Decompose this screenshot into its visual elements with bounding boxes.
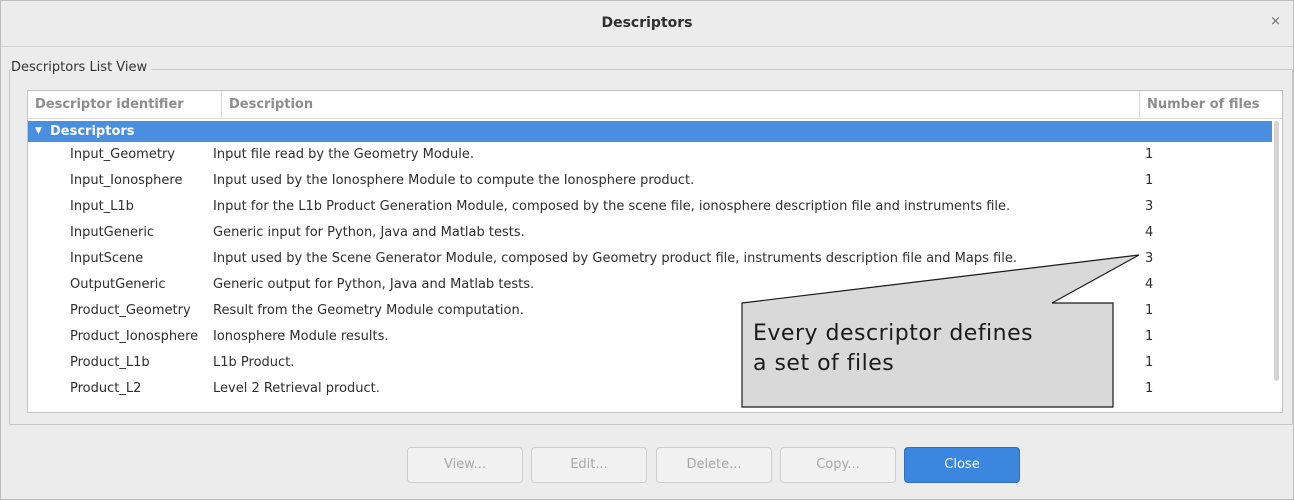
descriptor-identifier: Product_Geometry <box>70 303 191 318</box>
title-bar: Descriptors × <box>1 1 1293 47</box>
delete-button[interactable]: Delete... <box>656 447 772 483</box>
table-row[interactable]: Input_Ionosphere Input used by the Ionos… <box>28 168 1272 194</box>
window-title: Descriptors <box>601 15 693 31</box>
callout-text: Every descriptor defines a set of files <box>753 319 1113 379</box>
group-box-title: Descriptors List View <box>11 60 152 75</box>
descriptor-identifier: Input_Ionosphere <box>70 173 183 188</box>
descriptor-identifier: Product_L1b <box>70 355 150 370</box>
column-header-descriptor-identifier[interactable]: Descriptor identifier <box>28 91 222 119</box>
descriptor-identifier: Input_Geometry <box>70 147 175 162</box>
view-button[interactable]: View... <box>407 447 523 483</box>
edit-button[interactable]: Edit... <box>531 447 647 483</box>
table-row[interactable]: Product_L2 Level 2 Retrieval product. 1 <box>28 376 1272 402</box>
table-row[interactable]: Input_L1b Input for the L1b Product Gene… <box>28 194 1272 220</box>
descriptor-file-count: 1 <box>1145 355 1154 370</box>
descriptor-file-count: 1 <box>1145 303 1154 318</box>
descriptor-file-count: 1 <box>1145 381 1154 396</box>
descriptor-identifier: InputScene <box>70 251 144 266</box>
descriptor-identifier: OutputGeneric <box>70 277 166 292</box>
button-bar: View... Edit... Delete... Copy... Close <box>1 447 1294 483</box>
descriptor-description: Level 2 Retrieval product. <box>213 381 380 396</box>
descriptors-dialog: Descriptors × Descriptors List View Desc… <box>0 0 1294 500</box>
callout-line-2: a set of files <box>753 351 895 376</box>
descriptor-description: Result from the Geometry Module computat… <box>213 303 524 318</box>
descriptor-description: Input used by the Scene Generator Module… <box>213 251 1017 266</box>
descriptor-file-count: 4 <box>1145 225 1154 240</box>
tree-header: Descriptor identifier Description Number… <box>28 91 1282 119</box>
column-header-number-of-files[interactable]: Number of files <box>1140 91 1282 119</box>
descriptor-description: Input file read by the Geometry Module. <box>213 147 475 162</box>
descriptor-description: Ionosphere Module results. <box>213 329 389 344</box>
callout-line-1: Every descriptor defines <box>753 321 1034 346</box>
descriptor-file-count: 3 <box>1145 251 1154 266</box>
descriptor-identifier: InputGeneric <box>70 225 155 240</box>
column-header-description[interactable]: Description <box>222 91 1140 119</box>
descriptor-file-count: 1 <box>1145 147 1154 162</box>
table-row[interactable]: OutputGeneric Generic output for Python,… <box>28 272 1272 298</box>
table-row[interactable]: InputScene Input used by the Scene Gener… <box>28 246 1272 272</box>
descriptor-file-count: 4 <box>1145 277 1154 292</box>
table-row[interactable]: InputGeneric Generic input for Python, J… <box>28 220 1272 246</box>
close-button[interactable]: Close <box>904 447 1020 483</box>
descriptor-description: Input for the L1b Product Generation Mod… <box>213 199 1011 214</box>
tree-group-descriptors[interactable]: ▼ Descriptors <box>28 121 1272 142</box>
descriptor-identifier: Input_L1b <box>70 199 134 214</box>
descriptor-description: Input used by the Ionosphere Module to c… <box>213 173 695 188</box>
descriptor-identifier: Product_Ionosphere <box>70 329 199 344</box>
close-icon[interactable]: × <box>1270 14 1281 29</box>
descriptor-identifier: Product_L2 <box>70 381 142 396</box>
descriptor-description: L1b Product. <box>213 355 295 370</box>
tree-group-label: Descriptors <box>50 124 135 139</box>
descriptor-file-count: 1 <box>1145 173 1154 188</box>
copy-button[interactable]: Copy... <box>780 447 896 483</box>
table-row[interactable]: Input_Geometry Input file read by the Ge… <box>28 142 1272 168</box>
expand-arrow-icon[interactable]: ▼ <box>35 121 42 142</box>
descriptor-file-count: 3 <box>1145 199 1154 214</box>
vertical-scrollbar[interactable] <box>1274 121 1279 381</box>
descriptor-description: Generic input for Python, Java and Matla… <box>213 225 525 240</box>
descriptor-file-count: 1 <box>1145 329 1154 344</box>
descriptor-description: Generic output for Python, Java and Matl… <box>213 277 535 292</box>
